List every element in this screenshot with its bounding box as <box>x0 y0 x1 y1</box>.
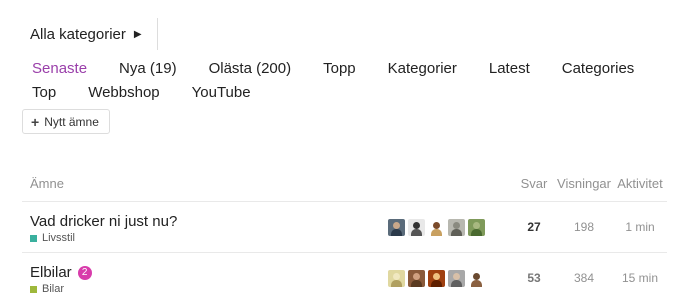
category-breadcrumb: Alla kategorier ▶ <box>22 18 150 50</box>
new-topic-label: Nytt ämne <box>44 114 99 129</box>
avatar-head <box>433 273 440 280</box>
avatar[interactable] <box>408 219 425 236</box>
nav-item-top[interactable]: Topp <box>313 58 366 82</box>
avatar[interactable] <box>408 270 425 287</box>
nav-item-latest[interactable]: Senaste <box>22 58 97 82</box>
avatar[interactable] <box>428 270 445 287</box>
nav-item-webshop[interactable]: Webbshop <box>78 82 169 106</box>
nav-item-youtube[interactable]: YouTube <box>182 82 261 106</box>
avatar[interactable] <box>428 219 445 236</box>
avatar-head <box>473 222 480 229</box>
avatar-head <box>413 222 420 229</box>
views-count: 384 <box>573 271 595 285</box>
header-replies[interactable]: Svar <box>512 176 556 191</box>
nav-item-top-en[interactable]: Top <box>22 82 66 106</box>
avatar-head <box>413 273 420 280</box>
avatar[interactable] <box>468 219 485 236</box>
avatar-head <box>393 273 400 280</box>
replies-count: 27 <box>527 220 541 234</box>
topic-list-header: Ämne Svar Visningar Aktivitet <box>22 170 667 202</box>
navigation-pills: Senaste Nya (19) Olästa (200) Topp Kateg… <box>22 58 662 106</box>
avatar-body <box>451 229 462 236</box>
avatar-body <box>391 229 402 236</box>
avatar-head <box>393 222 400 229</box>
avatar-body <box>431 280 442 287</box>
category-name: Livsstil <box>42 232 76 244</box>
header-views[interactable]: Visningar <box>556 176 612 191</box>
views-count: 198 <box>573 220 595 234</box>
avatar-head <box>453 273 460 280</box>
nav-item-latest-en[interactable]: Latest <box>479 58 540 82</box>
nav-item-categories-en[interactable]: Categories <box>552 58 645 82</box>
replies-count: 53 <box>527 271 541 285</box>
topic-title-link[interactable]: Vad dricker ni just nu? <box>30 213 177 230</box>
avatar-body <box>451 280 462 287</box>
topic-row: Vad dricker ni just nu? Livsstil 27 198 … <box>22 203 667 253</box>
avatar[interactable] <box>448 270 465 287</box>
posters <box>388 270 488 287</box>
avatar[interactable] <box>388 270 405 287</box>
new-topic-button[interactable]: + Nytt ämne <box>22 109 110 134</box>
avatar-head <box>473 273 480 280</box>
unread-posts-badge[interactable]: 2 <box>77 265 92 280</box>
avatar[interactable] <box>448 219 465 236</box>
category-dropdown-label: Alla kategorier <box>30 25 126 43</box>
topic-title-link[interactable]: Elbilar 2 <box>30 264 92 281</box>
avatar-body <box>411 280 422 287</box>
nav-item-new[interactable]: Nya (19) <box>109 58 187 82</box>
avatar-body <box>391 280 402 287</box>
category-color-square <box>30 234 37 242</box>
avatar-body <box>431 229 442 236</box>
header-activity[interactable]: Aktivitet <box>612 176 668 191</box>
topic-title: Elbilar <box>30 264 72 281</box>
avatar-body <box>471 229 482 236</box>
category-dropdown[interactable]: Alla kategorier ▶ <box>22 18 150 50</box>
plus-icon: + <box>31 113 40 130</box>
avatar[interactable] <box>468 270 485 287</box>
divider <box>157 18 158 50</box>
avatar[interactable] <box>388 219 405 236</box>
nav-item-unread[interactable]: Olästa (200) <box>199 58 302 82</box>
topic-category[interactable]: Livsstil <box>30 232 75 244</box>
avatar-head <box>433 222 440 229</box>
avatar-body <box>471 280 482 287</box>
header-topic[interactable]: Ämne <box>30 176 64 191</box>
topic-title: Vad dricker ni just nu? <box>30 213 178 230</box>
activity-time[interactable]: 15 min <box>612 271 668 285</box>
activity-time[interactable]: 1 min <box>612 220 668 234</box>
avatar-body <box>411 229 422 236</box>
topic-row: Elbilar 2 Bilar 53 384 15 min <box>22 254 667 303</box>
nav-item-categories[interactable]: Kategorier <box>378 58 467 82</box>
avatar-head <box>453 222 460 229</box>
posters <box>388 219 488 236</box>
category-name: Bilar <box>42 283 65 295</box>
topic-category[interactable]: Bilar <box>30 283 64 295</box>
caret-right-icon: ▶ <box>133 28 142 40</box>
category-color-square <box>30 285 37 293</box>
